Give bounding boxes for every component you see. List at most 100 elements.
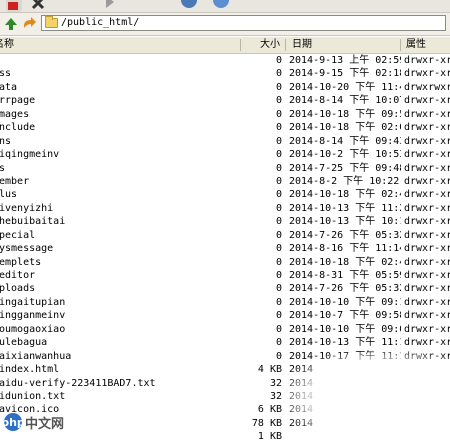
file-attr: drwxr-xr-x (404, 256, 450, 268)
file-attr: drwxr-xr-x (404, 310, 450, 322)
file-size: 0 (275, 243, 282, 255)
file-row[interactable]: s 0 2014-7-25 下午 09:48drwxr-xr-x (0, 162, 450, 175)
column-size[interactable]: 大小 (260, 37, 280, 53)
file-size: 0 (275, 95, 282, 107)
file-date: 2014-9-13 上午 02:59 (289, 55, 401, 66)
file-size: 4 KB (257, 364, 282, 376)
file-date: 2014-10-13 下午 10:11 (289, 216, 401, 228)
file-row[interactable]: ingaitupian 0 2014-10-10 下午 09:11drwxr-xr-… (0, 296, 450, 309)
file-size: 0 (275, 108, 282, 120)
play-icon[interactable] (102, 0, 118, 12)
file-date: 2014-8-2 下午 10:22 (289, 175, 400, 187)
file-name: ata (0, 81, 18, 93)
file-row[interactable]: emplets 0 2014-10-18 下午 02:45drwxr-xr-x (0, 256, 450, 269)
file-name: ember (0, 175, 30, 187)
file-date: 2014-8-16 下午 11:14 (289, 243, 401, 255)
file-row[interactable]: ploads 0 2014-7-26 下午 05:32drwxr-xr-x (0, 282, 450, 295)
file-name: ss (0, 68, 12, 80)
file-attr: drwxr-xr-x (404, 270, 450, 281)
file-name: oumogaoxiao (0, 323, 66, 335)
file-name: ingganmeinv (0, 310, 66, 322)
column-name[interactable]: 名称 (0, 37, 14, 53)
file-attr: drwxr-xr-x (404, 95, 450, 107)
file-date: 2014-10-13 下午 11:26 (289, 202, 401, 214)
file-row[interactable]: oumogaoxiao 0 2014-10-10 下午 09:08drwxr-xr-… (0, 323, 450, 336)
toolbar (0, 0, 450, 13)
file-row[interactable]: rrpage 0 2014-8-14 下午 10:07drwxr-xr-x (0, 94, 450, 107)
file-row[interactable]: iqingmeinv 0 2014-10-2 下午 10:53drwxr-xr-x (0, 148, 450, 161)
file-size: 0 (275, 296, 282, 308)
file-attr: drwxr-xr-x (404, 202, 450, 214)
file-date: 2014-10-13 下午 11:13 (289, 337, 401, 349)
file-name: ploads (0, 283, 36, 295)
file-row[interactable]: ivenyizhi 0 2014-10-13 下午 11:26drwxr-xr-x (0, 202, 450, 215)
file-row[interactable]: ingganmeinv 0 2014-10-7 下午 09:58drwxr-xr-x (0, 309, 450, 322)
file-attr: drwxr-xr-x (404, 323, 450, 335)
file-name: iqingmeinv (0, 149, 60, 161)
file-size: 0 (275, 310, 282, 322)
file-name: ivenyizhi (0, 202, 54, 214)
file-date: 2014-10-10 下午 09:08 (289, 323, 401, 335)
file-date: 2014-7-26 下午 05:32 (289, 283, 401, 295)
file-attr: drwxr-xr-x (404, 243, 450, 255)
refresh-icon[interactable] (180, 0, 197, 12)
file-date: 2014-10-18 下午 09:56 (289, 108, 401, 120)
file-row[interactable]: mages 0 2014-10-18 下午 09:56drwxr-xr-x (0, 108, 450, 121)
file-attr: drwxr-xr-x (404, 337, 450, 349)
file-name: nclude (0, 122, 36, 134)
file-row[interactable]: pecial 0 2014-7-26 下午 05:32drwxr-xr-x (0, 229, 450, 242)
watermark: php 中文网 (1, 412, 65, 432)
file-row[interactable]: ysmessage 0 2014-8-16 下午 11:14drwxr-xr-x (0, 242, 450, 255)
file-size: 0 (275, 122, 282, 134)
watermark-text: 中文网 (25, 416, 65, 432)
file-name: emplets (0, 256, 42, 268)
file-size: 6 KB (257, 404, 282, 416)
file-name: s (0, 162, 6, 174)
close-x-icon[interactable] (30, 0, 46, 12)
folder-icon (45, 16, 58, 28)
file-date: 2014-10-18 下午 02:06 (289, 122, 401, 134)
file-attr: drwxr-xr-x (404, 108, 450, 120)
path-text: /public_html/ (61, 17, 140, 28)
go-icon[interactable] (21, 16, 37, 32)
file-row[interactable]: ss 0 2014-9-15 下午 02:18drwxr-xr-x (0, 67, 450, 80)
file-size: 0 (275, 256, 282, 268)
column-date[interactable]: 日期 (292, 37, 312, 53)
file-size: 32 (269, 390, 282, 402)
file-name: idunion.txt (0, 390, 66, 402)
file-size: 1 KB (257, 431, 282, 443)
file-size: 0 (275, 337, 282, 349)
file-row[interactable]: ns 0 2014-8-14 下午 09:43drwxr-xr-x (0, 135, 450, 148)
file-row[interactable]: editor 0 2014-8-31 下午 05:59drwxr-xr-x (0, 269, 450, 282)
file-size: 0 (275, 323, 282, 335)
file-name: editor (0, 270, 36, 281)
file-attr: drwxr-xr-x (404, 68, 450, 80)
file-row[interactable]: ember 0 2014-8-2 下午 10:22 drwxr-xr-x (0, 175, 450, 188)
file-row[interactable]: ata 0 2014-10-20 下午 11:43drwxrwxrwx (0, 81, 450, 94)
file-name: ysmessage (0, 243, 54, 255)
file-size: 0 (275, 175, 282, 187)
file-attr: drwxr-xr-x (404, 55, 450, 66)
file-row[interactable]: nclude 0 2014-10-18 下午 02:06drwxr-xr-x (0, 121, 450, 134)
close-icon[interactable] (6, 0, 22, 12)
file-attr: drwxr-xr-x (404, 216, 450, 228)
file-row[interactable]: hebuibaitai 0 2014-10-13 下午 10:11drwxr-xr-… (0, 215, 450, 228)
path-input[interactable]: /public_html/ (41, 15, 446, 31)
file-name: lus (0, 189, 18, 201)
column-attr[interactable]: 属性 (406, 37, 426, 53)
file-row[interactable]: ulebagua 0 2014-10-13 下午 11:13drwxr-xr-x (0, 336, 450, 349)
file-date: 2014-8-14 下午 10:07 (289, 95, 401, 107)
file-size: 78 KB (251, 417, 282, 429)
file-size: 0 (275, 270, 282, 281)
file-size: 0 (275, 216, 282, 228)
file-attr: drwxr-xr-x (404, 189, 450, 201)
up-arrow-icon[interactable] (3, 16, 19, 32)
file-date: 2014-7-25 下午 09:48 (289, 162, 401, 174)
file-row[interactable]: 0 2014-9-13 上午 02:59drwxr-xr-x (0, 54, 450, 67)
file-attr: drwxr-xr-x (404, 135, 450, 147)
settings-icon[interactable] (212, 0, 229, 12)
file-name: pecial (0, 229, 36, 241)
file-size: 0 (275, 149, 282, 161)
file-row[interactable]: lus 0 2014-10-18 下午 02:45drwxr-xr-x (0, 188, 450, 201)
file-attr: drwxr-xr-x (404, 122, 450, 134)
